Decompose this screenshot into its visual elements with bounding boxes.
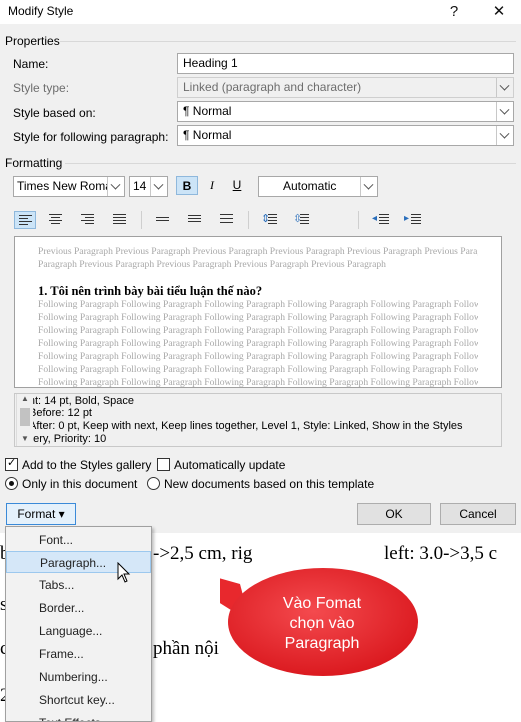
auto-update-checkbox[interactable]: [157, 458, 170, 471]
increase-spacing-icon[interactable]: ⇕: [258, 211, 280, 229]
description-line: Before: 12 pt: [29, 407, 92, 419]
scroll-down-icon[interactable]: ▼: [21, 434, 29, 443]
menu-item-numbering[interactable]: Numbering...: [6, 666, 151, 688]
preview-previous-line: Previous Paragraph Previous Paragraph Pr…: [38, 246, 478, 257]
decrease-spacing-icon[interactable]: ⇳: [290, 211, 312, 229]
add-to-gallery-label: Add to the Styles gallery: [22, 458, 152, 472]
document-text-3b: phần nội: [153, 638, 219, 659]
preview-following-line: Following Paragraph Following Paragraph …: [38, 377, 478, 388]
one-half-spacing-icon[interactable]: [184, 211, 206, 229]
decrease-indent-icon[interactable]: ◂: [370, 211, 392, 229]
following-value: ¶ Normal: [183, 128, 232, 142]
divider: [65, 163, 516, 164]
name-label: Name:: [13, 57, 49, 71]
align-center-icon[interactable]: [45, 211, 67, 229]
font-color-dropdown[interactable]: Automatic: [258, 176, 378, 197]
chevron-down-icon: [150, 177, 167, 196]
description-line: After: 0 pt, Keep with next, Keep lines …: [29, 420, 463, 432]
formatting-heading: Formatting: [5, 156, 63, 170]
based-on-dropdown[interactable]: ¶ Normal: [177, 101, 514, 122]
font-dropdown[interactable]: Times New Roman: [13, 176, 125, 197]
justify-icon[interactable]: [109, 211, 131, 229]
size-value: 14: [133, 179, 147, 193]
radio-dot-icon: [9, 481, 14, 486]
based-on-value: ¶ Normal: [183, 104, 232, 118]
checkmark-icon: ✓: [7, 457, 17, 469]
only-this-document-radio[interactable]: [5, 477, 18, 490]
chevron-down-icon: [360, 177, 377, 196]
bold-button[interactable]: B: [176, 176, 198, 195]
chevron-down-icon: [107, 177, 124, 196]
chevron-down-icon: [496, 78, 513, 97]
help-icon[interactable]: ?: [436, 0, 472, 24]
ok-button[interactable]: OK: [357, 503, 431, 525]
document-text-1c: left: 3.0->3,5 c: [384, 543, 498, 564]
following-label: Style for following paragraph:: [13, 130, 169, 144]
dialog-title: Modify Style: [8, 4, 74, 18]
close-icon[interactable]: ✕: [481, 0, 517, 24]
preview-following-line: Following Paragraph Following Paragraph …: [38, 312, 478, 323]
chevron-down-icon: [496, 102, 513, 121]
new-documents-radio[interactable]: [147, 477, 160, 490]
title-bar: Modify Style ? ✕: [0, 0, 521, 24]
modify-style-dialog: Modify Style ? ✕ Properties Name: Headin…: [0, 0, 521, 533]
callout-text: Vào Fomat chọn vào Paragraph: [232, 594, 412, 654]
style-type-label: Style type:: [13, 81, 70, 95]
single-spacing-icon[interactable]: [152, 211, 174, 229]
style-type-dropdown: Linked (paragraph and character): [177, 77, 514, 98]
callout-line: Paragraph: [284, 635, 360, 652]
divider: [60, 41, 516, 42]
scrollbar-thumb[interactable]: [20, 408, 30, 426]
add-to-gallery-checkbox[interactable]: ✓: [5, 457, 18, 471]
new-documents-label: New documents based on this template: [164, 477, 375, 491]
following-dropdown[interactable]: ¶ Normal: [177, 125, 514, 146]
font-color-value: Automatic: [283, 179, 337, 193]
scroll-up-icon[interactable]: ▲: [21, 394, 29, 403]
cancel-button[interactable]: Cancel: [440, 503, 516, 525]
font-value: Times New Roman: [17, 179, 119, 193]
style-preview-pane: Previous Paragraph Previous Paragraph Pr…: [14, 236, 502, 388]
menu-item-text-effects[interactable]: Text Effects...: [6, 712, 151, 721]
menu-item-language[interactable]: Language...: [6, 620, 151, 642]
size-dropdown[interactable]: 14: [129, 176, 168, 197]
description-scrollbar[interactable]: ▲ ▼: [16, 394, 33, 446]
preview-following-line: Following Paragraph Following Paragraph …: [38, 364, 478, 375]
preview-following-line: Following Paragraph Following Paragraph …: [38, 325, 478, 336]
preview-previous-line: Paragraph Previous Paragraph Previous Pa…: [38, 259, 386, 270]
menu-item-border[interactable]: Border...: [6, 597, 151, 619]
align-left-icon[interactable]: [14, 211, 36, 229]
increase-indent-icon[interactable]: ▸: [402, 211, 424, 229]
callout-line: Vào Fomat: [282, 595, 362, 612]
preview-following-line: Following Paragraph Following Paragraph …: [38, 338, 478, 349]
menu-item-font[interactable]: Font...: [6, 529, 151, 551]
style-description: Font: 14 pt, Bold, Space Before: 12 pt A…: [14, 393, 502, 447]
menu-item-shortcut-key[interactable]: Shortcut key...: [6, 689, 151, 711]
properties-heading: Properties: [5, 34, 60, 48]
name-input[interactable]: Heading 1: [177, 53, 514, 74]
preview-following-line: Following Paragraph Following Paragraph …: [38, 351, 478, 362]
double-spacing-icon[interactable]: [216, 211, 238, 229]
chevron-down-icon: [496, 126, 513, 145]
based-on-label: Style based on:: [13, 106, 96, 120]
document-text-1b: ->2,5 cm, rig: [153, 543, 253, 564]
callout-line: chọn vào: [289, 615, 355, 632]
preview-following-line: Following Paragraph Following Paragraph …: [38, 299, 478, 310]
toolbar-separator: [141, 211, 142, 229]
mouse-pointer-icon: [117, 562, 131, 583]
format-button[interactable]: Format ▾: [6, 503, 76, 525]
menu-item-frame[interactable]: Frame...: [6, 643, 151, 665]
align-right-icon[interactable]: [77, 211, 99, 229]
italic-button[interactable]: I: [203, 176, 221, 195]
toolbar-separator: [248, 211, 249, 229]
toolbar-separator: [358, 211, 359, 229]
format-menu: Font... Paragraph... Tabs... Border... L…: [5, 526, 152, 722]
only-this-document-label: Only in this document: [22, 477, 138, 491]
underline-button[interactable]: U: [228, 176, 246, 195]
auto-update-label: Automatically update: [174, 458, 286, 472]
description-line: Font: 14 pt, Bold, Space: [16, 395, 135, 407]
preview-heading: 1. Tôi nên trình bày bài tiểu luận thế n…: [38, 284, 263, 298]
style-type-value: Linked (paragraph and character): [183, 80, 362, 94]
